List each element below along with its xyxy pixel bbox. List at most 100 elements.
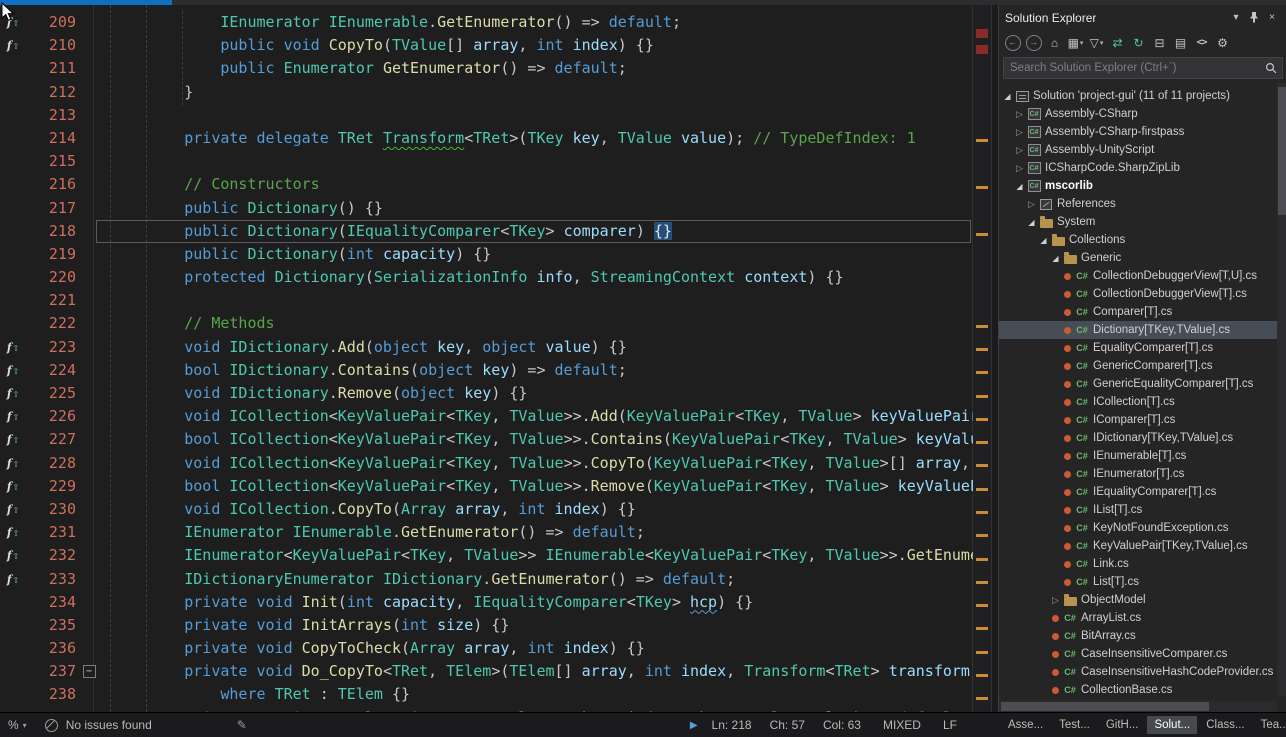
code-line-212[interactable]: 212 } [0, 81, 973, 104]
code-text[interactable]: void ICollection<KeyValuePair<TKey, TVal… [100, 452, 973, 475]
code-text[interactable]: public void CopyTo(TValue[] array, int i… [100, 34, 973, 57]
show-all-files-icon[interactable]: ▤ [1171, 33, 1190, 53]
line-number[interactable]: 238 [26, 683, 78, 706]
tree-item[interactable]: C#Comparer[T].cs [999, 303, 1286, 321]
code-text[interactable]: void ICollection<KeyValuePair<TKey, TVal… [100, 405, 973, 428]
line-number[interactable]: 230 [26, 498, 78, 521]
implements-margin-icon[interactable]: f⇧ [7, 336, 19, 359]
scrollbar-thumb[interactable] [1001, 702, 1209, 711]
tree-item[interactable]: C#ArrayList.cs [999, 609, 1286, 627]
tree-item[interactable]: C#CaseInsensitiveHashCodeProvider.cs [999, 663, 1286, 681]
code-area[interactable]: f⇧209 IEnumerator IEnumerable.GetEnumera… [0, 5, 973, 712]
code-text[interactable]: IEnumerator<KeyValuePair<TKey, TValue>> … [100, 544, 973, 567]
code-text[interactable]: IEnumerator IEnumerable.GetEnumerator() … [100, 11, 973, 34]
tree-item[interactable]: C#IEnumerator[T].cs [999, 465, 1286, 483]
tree-vertical-scrollbar[interactable] [1277, 83, 1286, 696]
code-line-227[interactable]: f⇧227 bool ICollection<KeyValuePair<TKey… [0, 428, 973, 451]
code-text[interactable]: private void Do_CopyTo<TRet, TElem>(TEle… [100, 660, 973, 683]
code-text[interactable]: void ICollection.CopyTo(Array array, int… [100, 498, 973, 521]
code-text[interactable]: // Methods [100, 312, 973, 335]
code-text[interactable]: bool ICollection<KeyValuePair<TKey, TVal… [100, 475, 973, 498]
line-number[interactable]: 222 [26, 312, 78, 335]
view-code-icon[interactable]: <> [1192, 33, 1211, 53]
code-text[interactable]: public Dictionary(IEqualityComparer<TKey… [100, 220, 973, 243]
code-text[interactable] [100, 289, 973, 312]
code-text[interactable]: void IDictionary.Add(object key, object … [100, 336, 973, 359]
tree-item[interactable]: ▷C#ICSharpCode.SharpZipLib [999, 159, 1286, 177]
code-text[interactable]: public Dictionary() {} [100, 197, 973, 220]
line-number[interactable]: 211 [26, 57, 78, 80]
tree-item[interactable]: ◢Generic [999, 249, 1286, 267]
tree-item[interactable]: C#KeyValuePair[TKey,TValue].cs [999, 537, 1286, 555]
code-line-209[interactable]: f⇧209 IEnumerator IEnumerable.GetEnumera… [0, 11, 973, 34]
code-text[interactable]: bool ICollection<KeyValuePair<TKey, TVal… [100, 428, 973, 451]
expanded-chevron-icon[interactable]: ◢ [1049, 254, 1062, 263]
implements-margin-icon[interactable]: f⇧ [7, 452, 19, 475]
properties-icon[interactable]: ⚙ [1213, 33, 1232, 53]
tree-item[interactable]: C#CollectionBase.cs [999, 681, 1286, 699]
indent-mode[interactable]: MIXED [883, 718, 921, 732]
code-line-229[interactable]: f⇧229 bool ICollection<KeyValuePair<TKey… [0, 475, 973, 498]
implements-margin-icon[interactable]: f⇧ [7, 11, 19, 34]
line-number[interactable]: 226 [26, 405, 78, 428]
implements-margin-icon[interactable]: f⇧ [7, 405, 19, 428]
tree-item[interactable]: C#List[T].cs [999, 573, 1286, 591]
collapsed-chevron-icon[interactable]: ▷ [1013, 127, 1026, 138]
collapse-all-icon[interactable]: ⊟ [1150, 33, 1169, 53]
line-number[interactable]: 220 [26, 266, 78, 289]
tree-item[interactable]: C#IEqualityComparer[T].cs [999, 483, 1286, 501]
line-number[interactable]: 216 [26, 173, 78, 196]
line-number[interactable]: 235 [26, 614, 78, 637]
code-line-231[interactable]: f⇧231 IEnumerator IEnumerable.GetEnumera… [0, 521, 973, 544]
code-text[interactable]: } [100, 81, 973, 104]
line-number[interactable]: 237 [26, 660, 78, 683]
tree-item[interactable]: C#ICollection[T].cs [999, 393, 1286, 411]
line-number[interactable]: 225 [26, 382, 78, 405]
tree-item[interactable]: ▷ObjectModel [999, 591, 1286, 609]
code-line-219[interactable]: 219 public Dictionary(int capacity) {} [0, 243, 973, 266]
tool-tab[interactable]: Solut... [1147, 716, 1197, 734]
code-text[interactable]: bool IDictionary.Contains(object key) =>… [100, 359, 973, 382]
switch-views-icon[interactable]: ▦▾ [1066, 33, 1085, 53]
line-number[interactable]: 219 [26, 243, 78, 266]
tree-item[interactable]: ▷C#Assembly-UnityScript [999, 141, 1286, 159]
tree-item[interactable]: C#CaseInsensitiveComparer.cs [999, 645, 1286, 663]
line-number[interactable]: 212 [26, 81, 78, 104]
tool-tab[interactable]: Tea... [1254, 716, 1286, 734]
code-line-224[interactable]: f⇧224 bool IDictionary.Contains(object k… [0, 359, 973, 382]
code-line-211[interactable]: 211 public Enumerator GetEnumerator() =>… [0, 57, 973, 80]
editor-scrollbar[interactable] [972, 5, 991, 712]
implements-margin-icon[interactable]: f⇧ [7, 34, 19, 57]
pencil-icon[interactable]: ✎ [237, 718, 247, 732]
char-position[interactable]: Ch: 57 [770, 718, 805, 732]
zoom-control[interactable]: % ▾ [0, 718, 27, 732]
line-number[interactable]: 218 [26, 220, 78, 243]
refresh-icon[interactable]: ↻ [1129, 33, 1148, 53]
expanded-chevron-icon[interactable]: ◢ [1001, 92, 1014, 101]
tree-item[interactable]: ▷C#Assembly-CSharp [999, 105, 1286, 123]
line-number[interactable]: 213 [26, 104, 78, 127]
collapsed-chevron-icon[interactable]: ▷ [1013, 145, 1026, 156]
window-position-icon[interactable]: ▾ [1227, 9, 1245, 27]
code-text[interactable]: public Enumerator GetEnumerator() => def… [100, 57, 973, 80]
expanded-chevron-icon[interactable]: ◢ [1037, 236, 1050, 245]
forward-icon[interactable]: → [1024, 33, 1043, 53]
code-text[interactable]: where TRet : TElem {} [100, 683, 973, 706]
code-text[interactable]: private void Init(int capacity, IEqualit… [100, 591, 973, 614]
tool-tab[interactable]: GitH... [1099, 716, 1146, 734]
code-text[interactable]: // Constructors [100, 173, 973, 196]
code-text[interactable] [100, 150, 973, 173]
line-number[interactable]: 227 [26, 428, 78, 451]
panel-splitter[interactable] [991, 5, 998, 712]
code-text[interactable]: private delegate TRet Transform<TRet>(TK… [100, 127, 973, 150]
code-line-223[interactable]: f⇧ 223 void IDictionary.Add(object key, o… [0, 336, 973, 359]
line-number[interactable]: 223 [26, 336, 78, 359]
line-number[interactable]: 232 [26, 544, 78, 567]
line-number[interactable]: 239 [26, 707, 78, 712]
code-line-239[interactable]: 239 private static KeyValuePair<TKey, TV… [0, 707, 973, 712]
tree-item[interactable]: C#EqualityComparer[T].cs [999, 339, 1286, 357]
tree-item[interactable]: C#Link.cs [999, 555, 1286, 573]
tree-item[interactable]: C#IDictionary[TKey,TValue].cs [999, 429, 1286, 447]
code-editor[interactable]: f⇧209 IEnumerator IEnumerable.GetEnumera… [0, 5, 991, 712]
no-issues-icon[interactable] [45, 719, 58, 732]
